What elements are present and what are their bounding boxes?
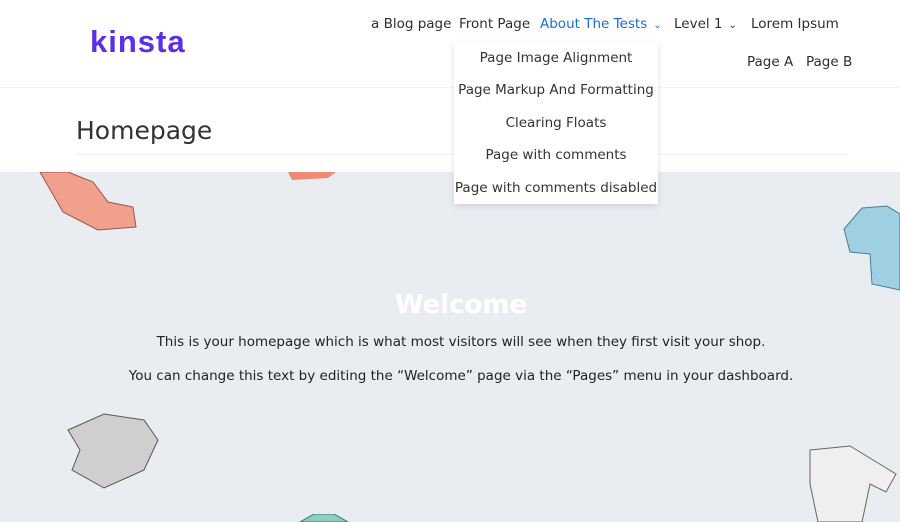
dropdown-item[interactable]: Page Image Alignment: [454, 42, 658, 74]
nav-label: Level 1: [674, 16, 723, 32]
welcome-text: This is your homepage which is what most…: [156, 334, 766, 350]
nav-about-the-tests[interactable]: About The Tests ⌄: [540, 16, 662, 32]
welcome-heading: Welcome: [394, 290, 528, 320]
shirt-illustration-icon: [288, 172, 336, 180]
page-title-bar: Homepage: [0, 88, 900, 172]
nav-front-page[interactable]: Front Page: [459, 16, 530, 32]
nav-page-a[interactable]: Page A: [747, 54, 793, 70]
nav-blog-page[interactable]: a Blog page: [371, 16, 451, 32]
nav-level-1[interactable]: Level 1 ⌄: [674, 16, 737, 32]
welcome-section: Welcome This is your homepage which is w…: [0, 290, 900, 384]
nav-lorem-ipsum[interactable]: Lorem Ipsum: [751, 16, 839, 32]
shirt-illustration-icon: [39, 172, 137, 231]
dropdown-item[interactable]: Page Markup And Formatting: [454, 74, 658, 106]
nav-page-b[interactable]: Page B: [806, 54, 852, 70]
chevron-down-icon: ⌄: [728, 20, 737, 31]
shirt-illustration-icon: [300, 514, 348, 522]
tshirt-icon: [809, 445, 897, 522]
dropdown-item[interactable]: Page with comments: [454, 139, 658, 171]
page-title: Homepage: [76, 116, 213, 145]
polo-shirt-icon: [843, 205, 900, 291]
chevron-down-icon: ⌄: [653, 20, 662, 31]
about-tests-dropdown: Page Image Alignment Page Markup And For…: [454, 42, 658, 204]
hoodie-icon: [67, 413, 159, 489]
site-header: kinsta a Blog page Front Page About The …: [0, 0, 900, 88]
kinsta-logo[interactable]: kinsta: [90, 26, 186, 57]
dropdown-item[interactable]: Page with comments disabled: [454, 172, 658, 204]
dropdown-item[interactable]: Clearing Floats: [454, 107, 658, 139]
nav-label: About The Tests: [540, 16, 648, 32]
welcome-text: You can change this text by editing the …: [128, 368, 794, 384]
